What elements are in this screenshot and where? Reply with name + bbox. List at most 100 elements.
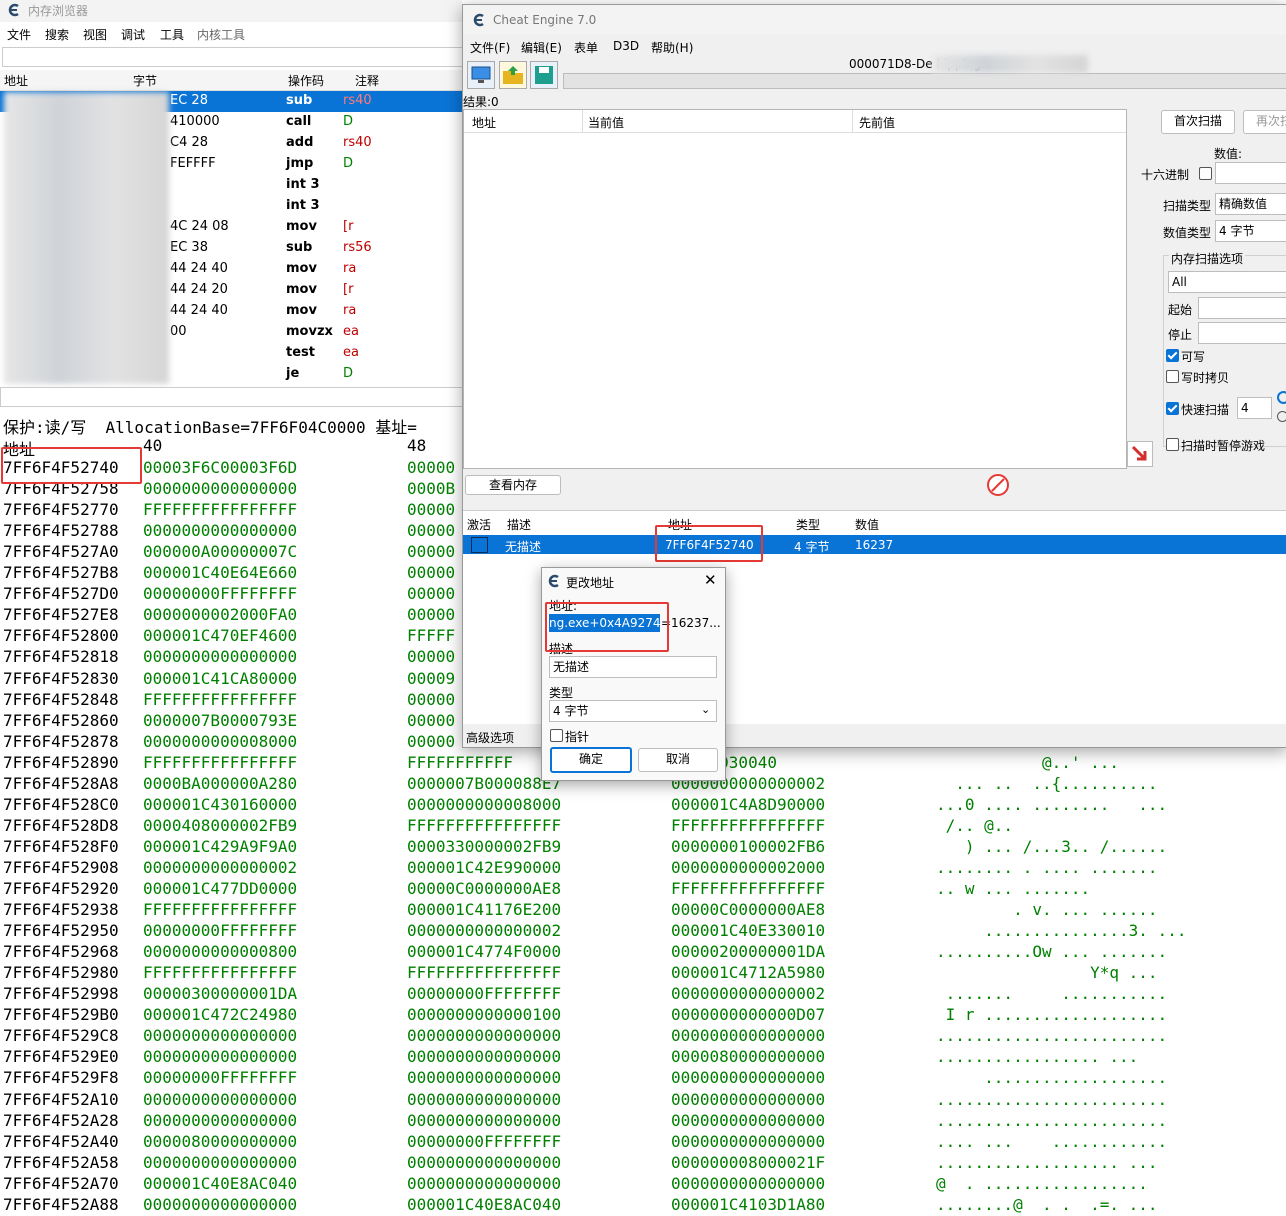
start-input[interactable] [1198,297,1286,319]
process-bar: 000071D8-De hipping.exe [563,57,1286,89]
stop-sign-icon[interactable] [986,473,1010,497]
save-icon [535,66,553,84]
stop-input[interactable] [1198,322,1286,344]
ce-menu-d3d[interactable]: D3D [613,39,639,53]
address-table-row[interactable]: 无描述 7FF6F4F52740 4 字节 16237 [463,535,1286,554]
hex-value: 0000007B0000793E [143,710,298,730]
hex-value: 0000330000002FB9 [407,836,562,856]
address-bar[interactable] [2,47,464,67]
hex-address: 7FF6F4F52848 [3,689,119,709]
hex-address: 7FF6F4F52800 [3,626,119,646]
close-icon[interactable]: ✕ [704,571,717,589]
hex-value: 000001C4A8D90000 [671,794,826,814]
dis-bytes: EC 28 [170,93,208,108]
value-type-select[interactable]: 4 字节 [1215,220,1286,242]
dis-col-opcode[interactable]: 操作码 [288,72,324,89]
hex-address: 7FF6F4F529E0 [3,1047,119,1067]
hex-value: FFFFFFFFFFFFFFFF [143,500,298,520]
scan-type-select[interactable]: 精确数值 [1215,193,1286,215]
type-select[interactable]: 4 字节 [549,700,717,722]
hex-col-48: 48 [407,436,427,455]
hex-value: 0000000002000FA0 [143,605,298,625]
start-label: 起始 [1168,303,1193,317]
region-select[interactable]: All [1168,271,1286,293]
dis-scrollbar[interactable] [0,387,464,407]
hex-value: 0000000000000000 [143,1026,298,1046]
scan-results-list[interactable]: 地址 当前值 先前值 [463,109,1127,469]
align-radio[interactable] [1277,391,1286,404]
hex-value: 00000 [407,689,456,709]
hex-value: 00000 [407,605,456,625]
memory-viewer-menubar: 文件 搜索 视图 调试 工具 内核工具 [0,22,462,44]
copy-on-write-checkbox[interactable] [1166,370,1179,383]
dis-col-address[interactable]: 地址 [4,72,28,89]
menu-view[interactable]: 视图 [83,26,107,43]
active-checkbox[interactable] [471,537,488,553]
add-to-list-button[interactable] [1127,441,1153,467]
ok-button[interactable]: 确定 [550,747,632,773]
dis-comment: ea [343,324,359,339]
cancel-button[interactable]: 取消 [638,748,718,772]
hex-value: 000001C472C24980 [143,1005,298,1025]
value-input[interactable] [1215,162,1286,184]
hex-address: 7FF6F4F52878 [3,731,119,751]
open-process-button[interactable] [467,61,495,89]
description-input[interactable]: 无描述 [549,656,717,678]
chevron-down-icon[interactable]: ⌄ [701,703,710,716]
dialog-type-label: 类型 [549,686,574,700]
fast-scan-input[interactable]: 4 [1237,397,1272,419]
hex-address: 7FF6F4F52A70 [3,1173,119,1193]
menu-search[interactable]: 搜索 [45,26,69,43]
fast-scan-checkbox[interactable] [1166,402,1179,415]
dis-opcode: add [286,135,314,150]
hex-value: 0000000100002FB6 [671,836,826,856]
menu-debug[interactable]: 调试 [121,26,145,43]
dis-bytes: C4 28 [170,135,209,150]
hex-value: 0000408000002FB9 [143,815,298,835]
addr-col-value[interactable]: 数值 [855,516,879,533]
hex-address: 7FF6F4F52A10 [3,1089,119,1109]
dis-opcode: mov [286,219,317,234]
results-col-address[interactable]: 地址 [472,114,496,131]
menu-kernel-tools[interactable]: 内核工具 [197,26,245,43]
advanced-options[interactable]: 高级选项 [466,729,514,746]
results-col-previous[interactable]: 先前值 [859,114,895,131]
addr-col-description[interactable]: 描述 [507,516,531,533]
hex-value: 00000 [407,563,456,583]
ce-menu-table[interactable]: 表单 [574,39,598,56]
last-digits-radio[interactable] [1277,411,1286,422]
menu-file[interactable]: 文件 [7,26,31,43]
dis-bytes: 44 24 40 [170,303,228,318]
menu-tools[interactable]: 工具 [160,26,184,43]
hex-ascii: I r ................... [936,1005,1168,1025]
ce-menu-help[interactable]: 帮助(H) [651,39,693,56]
dis-col-comment[interactable]: 注释 [355,72,379,89]
row-value: 16237 [855,538,894,552]
view-memory-button[interactable]: 查看内存 [465,475,561,495]
ce-menu-file[interactable]: 文件(F) [470,39,510,56]
results-col-current[interactable]: 当前值 [588,114,624,131]
hex-address: 7FF6F4F529B0 [3,1005,119,1025]
hex-value: 0000080000000000 [143,1131,298,1151]
hex-value: 00000000FFFFFFFF [143,584,298,604]
hex-checkbox[interactable] [1199,167,1212,180]
hex-ascii: Y*q ... [936,963,1158,983]
save-button[interactable] [530,61,558,89]
next-scan-button[interactable]: 再次扫 [1243,110,1286,134]
hex-value: FFFFFFFFFFFFFFFF [671,815,826,835]
dis-col-bytes[interactable]: 字节 [133,72,157,89]
writable-checkbox[interactable] [1166,349,1179,362]
dis-comment: [r [343,219,354,234]
pointer-checkbox[interactable] [550,729,563,742]
hex-address: 7FF6F4F52A40 [3,1131,119,1151]
addr-col-type[interactable]: 类型 [796,516,820,533]
ce-menu-edit[interactable]: 编辑(E) [521,39,562,56]
hex-ascii: /.. @.. [936,815,1014,835]
hex-address: 7FF6F4F529F8 [3,1068,119,1088]
first-scan-button[interactable]: 首次扫描 [1161,110,1235,134]
hex-address: 7FF6F4F52998 [3,984,119,1004]
hex-address: 7FF6F4F52920 [3,879,119,898]
open-file-button[interactable] [499,61,527,89]
pause-game-checkbox[interactable] [1166,438,1179,451]
addr-col-active[interactable]: 激活 [467,516,491,533]
